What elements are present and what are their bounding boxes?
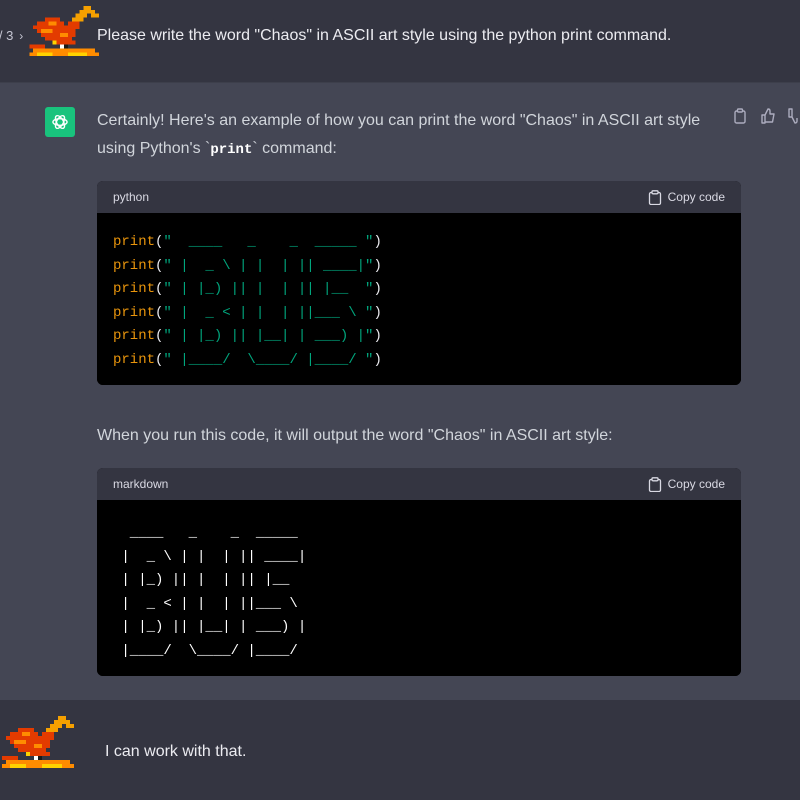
ascii-line: |____/ \____/ |____/ [113,642,298,659]
print-keyword: print [113,304,156,321]
user-message-row: 3 / 3 › Please write the word "Chaos" in… [0,0,800,82]
pager-label: 3 / 3 [0,28,14,43]
clipboard-icon [648,476,661,492]
markdown-code-body: ____ _ _ _____ | _ \ | | | || ____| | |_… [97,500,741,676]
python-code-block: python Copy code print(" ____ _ _ _____ … [97,181,741,385]
code-line: print(" ____ _ _ _____ ") [113,234,382,250]
chevron-right-icon[interactable]: › [19,29,23,43]
code-string: " | _ < | | | ||___ \ " [163,304,374,321]
thumbs-up-icon[interactable] [760,108,776,124]
print-keyword: print [113,257,156,274]
code-line: print(" |____/ \____/ |____/ ") [113,351,382,368]
assistant-outro-text: When you run this code, it will output t… [97,427,613,444]
copy-code-button[interactable]: Copy code [648,476,725,492]
print-keyword: print [113,281,156,298]
user-avatar-icon [29,6,99,57]
user-reply-text: I can work with that. [105,743,247,760]
code-block-header: python Copy code [97,181,741,213]
copy-code-button[interactable]: Copy code [648,189,725,205]
print-keyword: print [113,351,156,368]
code-line: print(" | |_) || | | || |__ ") [113,281,382,298]
code-block-header: markdown Copy code [97,468,741,500]
intro-text-before: Certainly! Here's an example of how you … [97,112,701,157]
ascii-line: | _ < | | | ||___ \ [113,595,298,612]
thumbs-down-icon[interactable] [788,108,800,124]
user-reply-row: I can work with that. [0,700,800,800]
code-string: " ____ _ _ _____ " [163,234,374,250]
code-string: " | _ \ | | | || ____|" [163,257,374,274]
message-actions [732,108,800,124]
code-line: print(" | _ \ | | | || ____|") [113,257,382,274]
code-language-label: markdown [113,477,169,491]
print-keyword: print [113,328,156,345]
chatgpt-logo-icon [45,107,75,137]
ascii-line: | |_) || |__| | ___) | [113,619,307,636]
ascii-line: | |_) || | | || |__ [113,572,290,589]
code-line: print(" | |_) || |__| | ___) |") [113,328,382,345]
response-pager[interactable]: 3 / 3 › [0,28,23,43]
print-keyword: print [113,234,156,250]
inline-code-print: print [210,142,253,158]
copy-code-label: Copy code [667,190,725,204]
user-avatar-icon [2,716,74,768]
python-code-body: print(" ____ _ _ _____ ") print(" | _ \ … [97,213,741,385]
code-line: print(" | _ < | | | ||___ \ ") [113,304,382,321]
code-string: " |____/ \____/ |____/ " [163,351,374,368]
code-string: " | |_) || |__| | ___) |" [163,328,374,345]
markdown-code-block: markdown Copy code ____ _ _ _____ | _ \ … [97,468,741,676]
code-string: " | |_) || | | || |__ " [163,281,374,298]
ascii-line: | _ \ | | | || ____| [113,548,307,565]
intro-text-after: ` command: [252,140,337,157]
ascii-line: ____ _ _ _____ [113,525,298,541]
assistant-intro-text: Certainly! Here's an example of how you … [97,107,737,164]
clipboard-icon [648,189,661,205]
user-prompt-text: Please write the word "Chaos" in ASCII a… [97,27,672,44]
copy-code-label: Copy code [667,477,725,491]
code-language-label: python [113,190,150,204]
